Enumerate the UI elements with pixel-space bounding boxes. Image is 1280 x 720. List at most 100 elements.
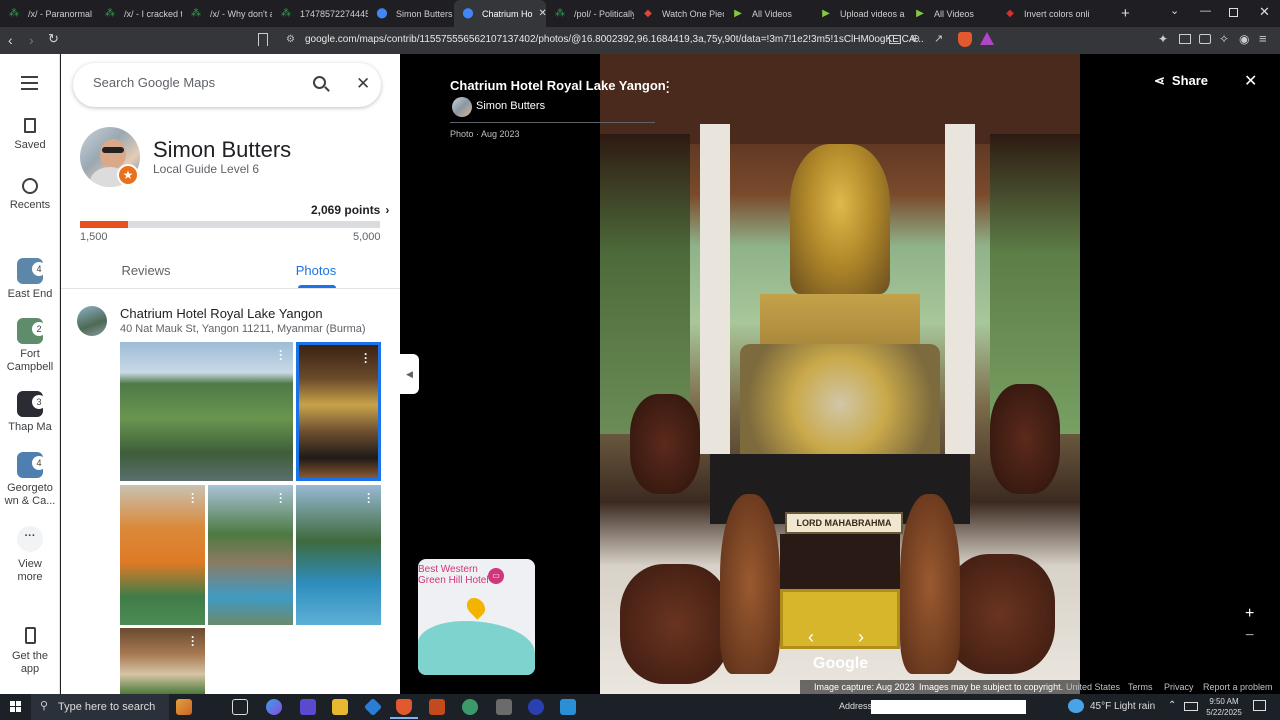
more-options-icon[interactable]: · · ·	[364, 348, 368, 368]
taskbar-app-icon[interactable]	[462, 699, 478, 715]
brave-rewards-icon[interactable]	[980, 32, 994, 45]
browser-tab[interactable]: ⁂ /x/ - I cracked the	[96, 0, 182, 27]
tab-list-chevron-icon[interactable]: ⌄	[1170, 4, 1179, 17]
share-page-icon[interactable]: ↗	[934, 32, 943, 45]
rail-recent-place[interactable]: 4 Georgeto wn & Ca...	[0, 452, 60, 508]
taskbar-app-icon[interactable]	[496, 699, 512, 715]
close-tab-icon[interactable]: ✕	[539, 8, 546, 19]
taskbar-app-icon[interactable]	[300, 699, 316, 715]
address-toolbar-input[interactable]	[871, 700, 1026, 714]
share-button[interactable]: ⋖ Share	[1154, 73, 1208, 89]
task-view-icon[interactable]	[232, 699, 248, 715]
footer-link-privacy[interactable]: Privacy	[1164, 682, 1194, 692]
more-options-icon[interactable]: · · ·	[279, 488, 283, 508]
place-name[interactable]: Chatrium Hotel Royal Lake Yangon	[120, 306, 323, 321]
forward-icon[interactable]: ›	[29, 32, 34, 48]
file-explorer-icon[interactable]	[332, 699, 348, 715]
taskbar-search-box[interactable]: ⚲ Type here to search	[31, 694, 169, 720]
browser-tab[interactable]: ◆ Invert colors onli	[996, 0, 1092, 27]
weather-text[interactable]: 45°F Light rain	[1090, 701, 1155, 712]
taskbar-app-icon[interactable]	[176, 699, 192, 715]
close-viewer-icon[interactable]: ✕	[1244, 71, 1257, 91]
footer-link-country[interactable]: United States	[1066, 682, 1120, 692]
tab-reviews[interactable]: Reviews	[61, 263, 231, 278]
maximize-window-icon[interactable]	[1229, 8, 1238, 17]
photo-thumbnail[interactable]: · · ·	[120, 485, 205, 625]
notifications-icon[interactable]	[1253, 700, 1266, 711]
browser-tab[interactable]: ▶ Upload videos a	[812, 0, 906, 27]
collapse-panel-button[interactable]: ◀	[400, 354, 419, 394]
windows-start-icon[interactable]	[10, 701, 22, 713]
site-info-icon[interactable]: ⚙	[286, 34, 295, 45]
rail-saved[interactable]: Saved	[0, 118, 60, 152]
more-options-icon[interactable]: · · ·	[666, 76, 670, 98]
footer-link-report[interactable]: Report a problem	[1203, 682, 1273, 692]
zoom-icon[interactable]: ⊕	[911, 32, 920, 45]
browser-tab[interactable]: ⁂ /x/ - Why don't a	[182, 0, 272, 27]
minimize-window-icon[interactable]: —	[1200, 5, 1211, 17]
search-box[interactable]: ✕	[73, 63, 381, 107]
search-input[interactable]	[93, 75, 303, 90]
more-options-icon[interactable]: · · ·	[279, 345, 283, 365]
next-photo-icon[interactable]: ›	[858, 627, 864, 648]
browser-tab[interactable]: ⁂ /x/ - Paranormal	[0, 0, 96, 27]
keyboard-icon[interactable]	[1184, 702, 1198, 711]
leo-ai-icon[interactable]: ✧	[1219, 32, 1229, 46]
extensions-icon[interactable]: ✦	[1158, 32, 1168, 46]
main-photo[interactable]: LORD MAHABRAHMA	[600, 54, 1080, 694]
browser-tab[interactable]: ⬤ Simon Butters - G	[368, 0, 454, 27]
rail-recent-place[interactable]: 2 Fort Campbell	[0, 318, 60, 374]
browser-tab[interactable]: ⬤ Chatrium Ho ✕	[454, 0, 546, 27]
previous-photo-icon[interactable]: ‹	[808, 627, 814, 648]
browser-tab[interactable]: ⁂ /pol/ - Politically	[546, 0, 634, 27]
rail-recent-place[interactable]: 4 East End	[0, 258, 60, 301]
cast-icon[interactable]	[889, 35, 901, 44]
footer-link-terms[interactable]: Terms	[1128, 682, 1153, 692]
more-options-icon[interactable]: · · ·	[191, 488, 195, 508]
browser-tab[interactable]: ⁂ 17478572274445	[272, 0, 368, 27]
rail-recents[interactable]: Recents	[0, 178, 60, 212]
photo-thumbnail[interactable]: · · ·	[120, 342, 293, 481]
zoom-in-icon[interactable]: +	[1245, 605, 1254, 623]
brave-shield-icon[interactable]	[958, 32, 972, 47]
photo-thumbnail-selected[interactable]: · · ·	[296, 342, 381, 481]
bookmark-icon[interactable]	[258, 33, 268, 46]
photo-author[interactable]: Simon Butters	[476, 100, 545, 112]
menu-icon[interactable]: ≡	[1259, 31, 1267, 46]
brave-browser-icon[interactable]	[396, 699, 412, 715]
more-options-icon[interactable]: · · ·	[367, 488, 371, 508]
rail-get-app[interactable]: Get the app	[0, 627, 60, 676]
photo-thumbnail[interactable]: · · ·	[120, 628, 205, 694]
photo-thumbnail[interactable]: · · ·	[208, 485, 293, 625]
wallet-icon[interactable]	[1199, 34, 1211, 44]
author-avatar[interactable]	[452, 97, 472, 117]
mini-map[interactable]: Best Western Green Hill Hotel ▭	[418, 559, 535, 675]
taskbar-app-icon[interactable]	[528, 699, 544, 715]
rail-recent-place[interactable]: 3 Thap Ma	[0, 391, 60, 434]
more-options-icon[interactable]: · · ·	[191, 631, 195, 651]
zoom-out-icon[interactable]: −	[1245, 627, 1254, 645]
taskbar-app-icon[interactable]	[429, 699, 445, 715]
photo-thumbnail[interactable]: · · ·	[296, 485, 381, 625]
points-link[interactable]: 2,069 points ›	[311, 203, 389, 217]
url-text[interactable]: google.com/maps/contrib/1155755565621071…	[305, 34, 924, 45]
close-window-icon[interactable]: ✕	[1259, 4, 1270, 20]
back-icon[interactable]: ‹	[8, 32, 13, 48]
hamburger-menu-icon[interactable]	[21, 76, 38, 90]
vpn-icon[interactable]: ◉	[1239, 32, 1249, 46]
copilot-icon[interactable]	[266, 699, 282, 715]
divider	[61, 288, 400, 289]
sidebar-toggle-icon[interactable]	[1179, 34, 1191, 44]
tab-photos[interactable]: Photos	[232, 263, 400, 278]
browser-tab[interactable]: ▶ All Videos	[906, 0, 996, 27]
taskbar-app-icon[interactable]	[560, 699, 576, 715]
close-icon[interactable]: ✕	[356, 74, 370, 94]
place-thumbnail[interactable]	[77, 306, 107, 336]
reload-icon[interactable]: ↻	[48, 31, 59, 47]
browser-tab[interactable]: ▶ All Videos	[724, 0, 812, 27]
new-tab-icon[interactable]: +	[1121, 5, 1130, 22]
rail-view-more[interactable]: ··· View more	[0, 526, 60, 584]
clock[interactable]: 9:50 AM 5/22/2025	[1206, 696, 1242, 718]
browser-tab[interactable]: ◆ Watch One Piece	[634, 0, 724, 27]
tray-chevron-icon[interactable]: ⌃	[1168, 700, 1176, 711]
